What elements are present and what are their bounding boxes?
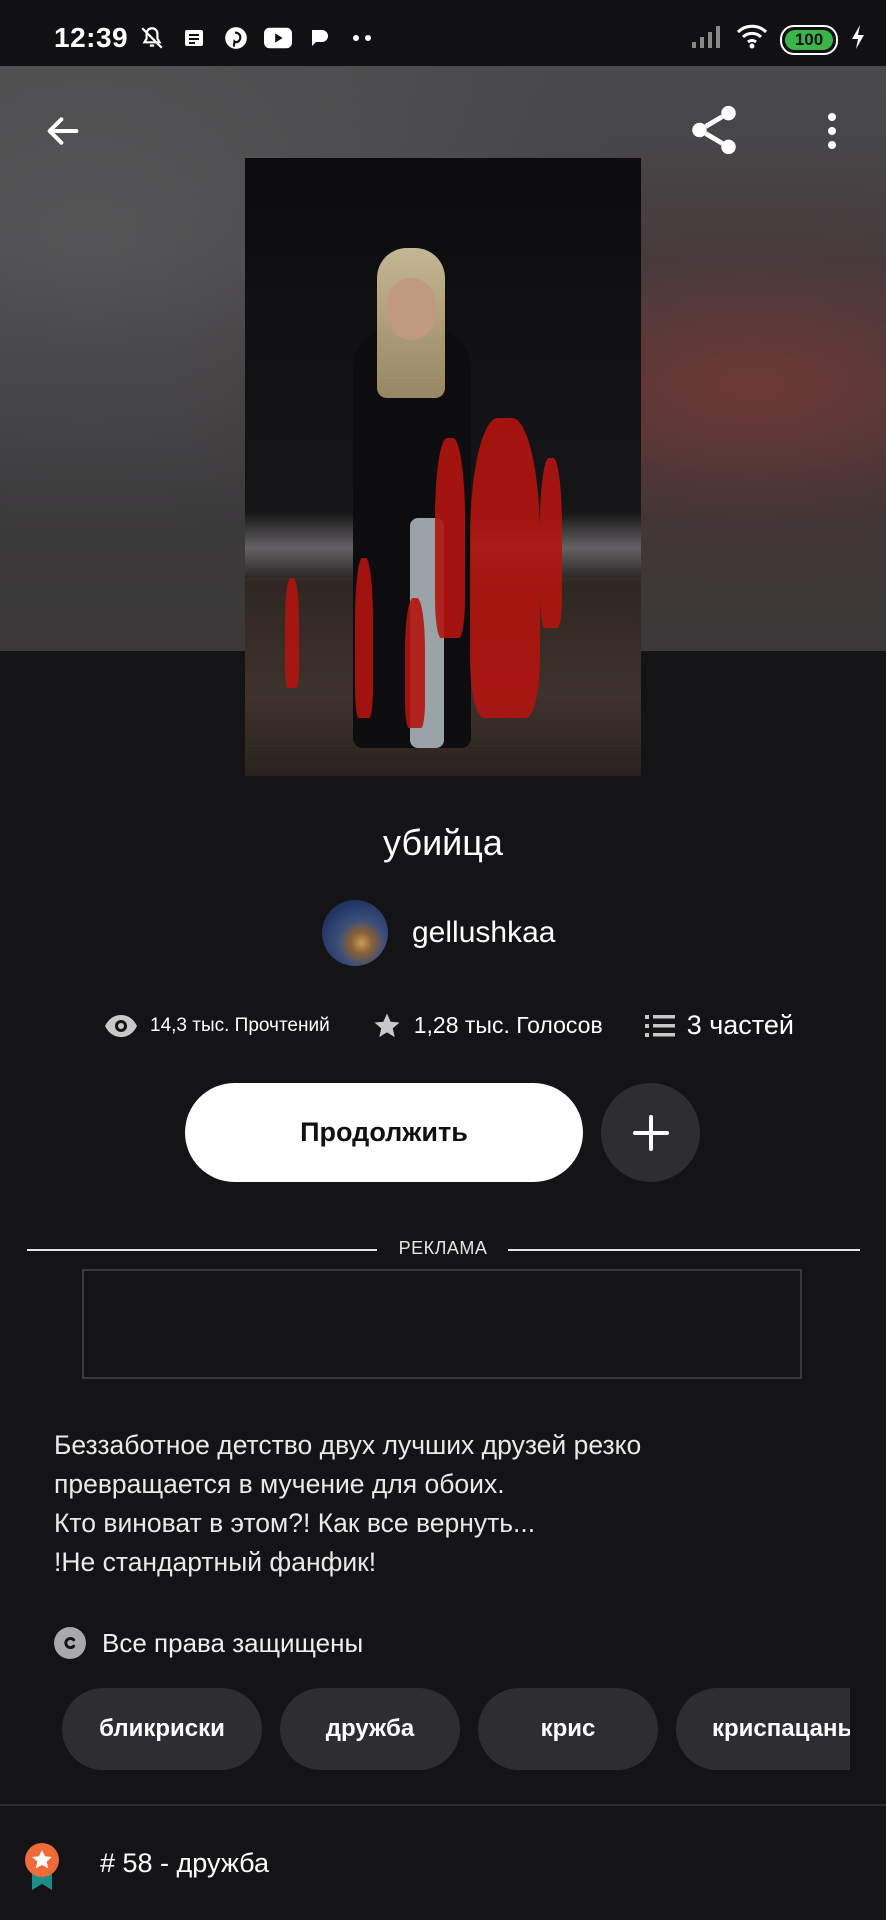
description-line: Кто виноват в этом?! Как все вернуть...: [54, 1508, 536, 1538]
ad-slot[interactable]: [82, 1269, 802, 1379]
copyright-notice: Все права защищены: [54, 1627, 363, 1659]
battery-icon: 100: [780, 24, 838, 55]
status-bar: 12:39 100: [0, 0, 886, 66]
description-line: превращается в мучение для обоих.: [54, 1469, 505, 1499]
description-line: !Не стандартный фанфик!: [54, 1547, 377, 1577]
story-cover-image: [245, 158, 641, 776]
cover-red-splash: [435, 438, 465, 638]
vertical-dots-icon: [828, 113, 836, 149]
award-badge-icon: [25, 1843, 59, 1890]
tag-chip[interactable]: крис: [478, 1688, 658, 1770]
copyright-text: Все права защищены: [102, 1627, 364, 1658]
youtube-icon: [264, 24, 292, 52]
cover-figure-face: [387, 278, 435, 340]
reads-stat: 14,3 тыс. Прочтений: [104, 1014, 330, 1038]
plus-icon: [632, 1114, 669, 1151]
star-icon: [374, 1013, 400, 1037]
cover-red-splash: [540, 458, 562, 628]
more-options-button[interactable]: [804, 96, 860, 166]
story-stats: 14,3 тыс. Прочтений 1,28 тыс. Голосов 3 …: [104, 1010, 804, 1041]
votes-stat: 1,28 тыс. Голосов: [372, 1011, 603, 1041]
reads-count: 14,3 тыс. Прочтений: [150, 1014, 330, 1036]
copyright-icon: [54, 1627, 86, 1659]
add-to-library-button[interactable]: [601, 1083, 700, 1182]
arrow-left-icon: [47, 117, 79, 145]
tag-chip[interactable]: бликриски: [62, 1688, 262, 1770]
ranking-row[interactable]: # 58 - дружба: [0, 1806, 886, 1920]
more-dots-icon: [348, 24, 376, 52]
tag-chip[interactable]: дружба: [280, 1688, 460, 1770]
cover-red-splash: [405, 598, 425, 728]
signal-icon: [690, 24, 724, 55]
votes-count: 1,28 тыс. Голосов: [413, 1012, 603, 1038]
mute-bell-icon: [138, 24, 166, 52]
notification-icons: [138, 24, 376, 52]
share-button[interactable]: [676, 92, 752, 168]
continue-reading-button[interactable]: Продолжить: [185, 1083, 583, 1182]
back-button[interactable]: [28, 96, 98, 166]
description-line: Беззаботное детство двух лучших друзей р…: [54, 1430, 642, 1460]
parts-count[interactable]: 3 частей: [687, 1010, 794, 1041]
author-link[interactable]: gellushkaa: [322, 900, 555, 966]
system-icons: 100: [690, 24, 866, 55]
cover-red-splash: [285, 578, 299, 688]
list-icon: [644, 1014, 675, 1037]
story-description: Беззаботное детство двух лучших друзей р…: [54, 1426, 834, 1582]
pinterest-icon: [222, 24, 250, 52]
cover-red-splash: [355, 558, 373, 718]
eye-icon: [105, 1014, 137, 1037]
story-title: убийца: [383, 822, 503, 863]
ad-label: РЕКЛАМА: [398, 1238, 488, 1258]
tag-chip[interactable]: криспацаны: [676, 1688, 850, 1770]
status-time: 12:39: [54, 22, 129, 53]
share-icon: [692, 105, 736, 155]
battery-level: 100: [794, 29, 824, 49]
tags-scroll[interactable]: бликриски дружба крис криспацаны: [62, 1688, 850, 1774]
author-name[interactable]: gellushkaa: [412, 916, 555, 950]
tags-list: бликриски дружба крис криспацаны: [62, 1688, 850, 1770]
charging-icon: [850, 24, 866, 55]
author-avatar[interactable]: [322, 900, 388, 966]
cover-red-splash: [470, 418, 540, 718]
news-icon: [180, 24, 208, 52]
parts-stat[interactable]: 3 частей: [644, 1010, 794, 1041]
ranking-text[interactable]: # 58 - дружба: [100, 1848, 269, 1879]
app-icon: [306, 24, 334, 52]
wifi-icon: [736, 24, 768, 55]
